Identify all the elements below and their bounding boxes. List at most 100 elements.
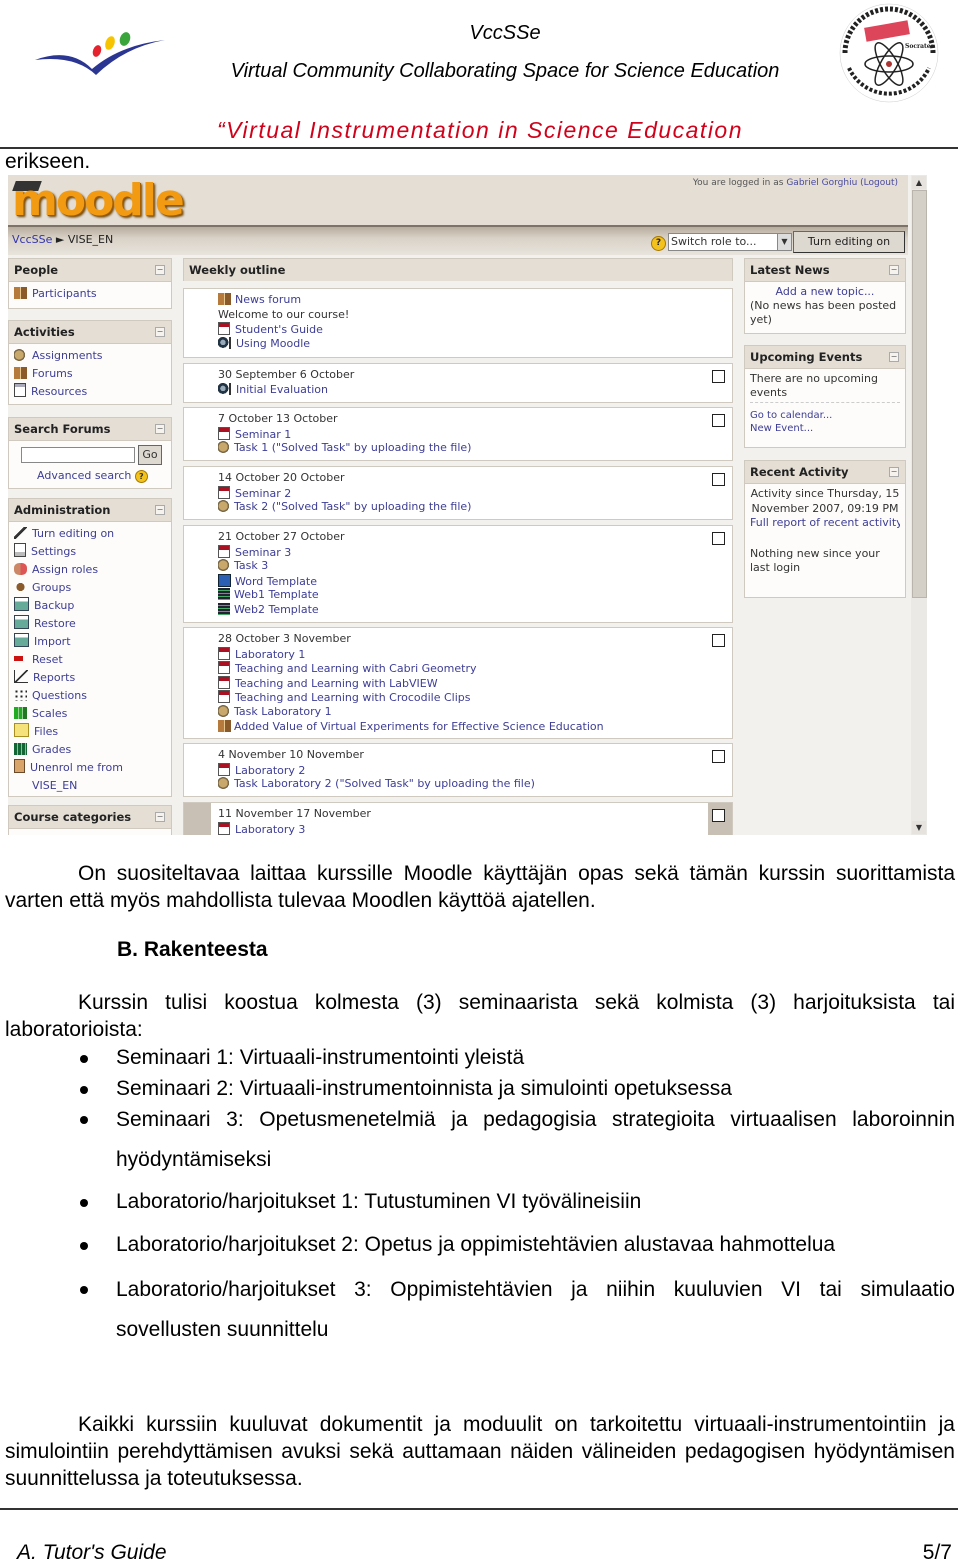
highlight-checkbox[interactable] [712,370,725,383]
moodle-course-screenshot: moodle You are logged in as Gabriel Gorg… [8,175,927,835]
highlight-checkbox[interactable] [712,750,725,763]
advanced-search-link[interactable]: Advanced search [37,469,131,482]
scroll-down-icon[interactable]: ▼ [912,821,926,834]
vertical-scrollbar[interactable]: ▲ ▼ [911,175,927,835]
collapse-icon[interactable]: − [155,327,165,337]
collapse-icon[interactable]: − [155,812,165,822]
section-item[interactable]: Task 1 ("Solved Task" by uploading the f… [218,441,471,456]
collapse-icon[interactable]: − [889,467,899,477]
user-link[interactable]: Gabriel Gorghiu [786,178,857,188]
section-item[interactable]: Web1 Template [218,588,345,603]
sidebar-item-participants[interactable]: Participants [14,285,166,303]
section-item[interactable]: Added Value of Virtual Experiments for E… [218,719,604,735]
pdf-icon [218,322,230,336]
highlight-checkbox[interactable] [712,414,725,427]
turn-editing-on-button[interactable]: Turn editing on [793,231,905,253]
section-item[interactable]: Laboratory 1 [218,646,604,662]
highlight-checkbox[interactable] [712,473,725,486]
section-item[interactable]: Laboratory 3 [218,821,371,835]
section-item[interactable]: Seminar 3 [218,544,345,560]
collapse-icon[interactable]: − [155,265,165,275]
admin-item-assign-roles[interactable]: Assign roles [14,561,166,579]
admin-item-backup[interactable]: Backup [14,597,166,615]
nothing-new-text: Nothing new since your last login [750,546,880,575]
highlight-checkbox[interactable] [712,809,725,822]
admin-item-files[interactable]: Files [14,723,166,741]
assignments-icon [14,349,27,361]
new-event-link[interactable]: New Event... [750,422,900,435]
resources-icon [14,383,26,397]
section-item[interactable]: Using Moodle [218,336,349,352]
header-divider [0,147,958,149]
section-item[interactable]: Teaching and Learning with Crocodile Cli… [218,690,604,705]
unenrol-icon [14,759,25,773]
forums-icon [14,367,27,379]
admin-item-scales[interactable]: Scales [14,705,166,723]
section-item[interactable]: Student's Guide [218,322,349,337]
admin-item-import[interactable]: Import [14,633,166,651]
svg-text:Socrates: Socrates [905,43,935,50]
scrollbar-thumb[interactable] [912,190,927,598]
section-item[interactable]: Seminar 1 [218,426,471,442]
switch-role-select[interactable]: Switch role to... ▼ [668,233,792,251]
section-item[interactable]: Web2 Template [218,602,345,618]
section-item[interactable]: Initial Evaluation [218,382,354,398]
section-item[interactable]: Task 2 ("Solved Task" by uploading the f… [218,500,471,515]
continuation-text: erikseen. [5,150,91,173]
go-to-calendar-link[interactable]: Go to calendar... [750,409,900,422]
bullet-icon [80,1286,88,1294]
settings-icon [14,543,26,557]
section-item[interactable]: Task Laboratory 1 [218,704,604,720]
forum-search-input[interactable] [21,447,135,463]
participants-icon [14,287,27,299]
admin-item-restore[interactable]: Restore [14,615,166,633]
collapse-icon[interactable]: − [155,424,165,434]
scroll-up-icon[interactable]: ▲ [912,176,926,189]
admin-item-reports[interactable]: Reports [14,669,166,687]
paragraph-moodle-guide: On suositeltavaa laittaa kurssille Moodl… [5,862,955,912]
navbar: VccSSe ► VISE_EN ? Switch role to... ▼ T… [8,225,908,255]
course-section-6: 4 November 10 November Laboratory 2 Task… [183,743,733,797]
highlight-checkbox[interactable] [712,634,725,647]
highlight-checkbox[interactable] [712,532,725,545]
comenius-logo: Socrates [835,2,943,104]
admin-item-unenrol[interactable]: Unenrol me from [14,759,166,777]
sidebar-item-assignments[interactable]: Assignments [14,347,166,365]
reset-icon [14,656,27,661]
header-subtitle: Virtual Community Collaborating Space fo… [230,60,780,82]
add-topic-link[interactable]: Add a new topic... [750,285,900,299]
section-date: 30 September 6 October [218,368,355,381]
sidebar-item-resources[interactable]: Resources [14,383,166,401]
collapse-icon[interactable]: − [889,352,899,362]
pdf-icon [218,646,230,660]
admin-item-unenrol-course[interactable]: VISE_EN [14,777,166,795]
go-button[interactable]: Go [138,445,162,465]
help-icon[interactable]: ? [651,236,666,251]
full-report-link[interactable]: Full report of recent activity... [750,516,900,531]
section-date: 11 November 17 November [218,807,371,820]
section-item[interactable]: Laboratory 2 [218,762,535,778]
moodle-logo: moodle [12,175,185,226]
help-icon[interactable]: ? [134,470,148,483]
admin-item-reset[interactable]: Reset [14,651,166,669]
section-item[interactable]: Task 3 [218,559,345,574]
logout-link[interactable]: (Logout) [860,178,898,188]
admin-item-turn-editing-on[interactable]: Turn editing on [14,525,166,543]
section-item[interactable]: Seminar 2 [218,485,471,501]
section-item[interactable]: Word Template [218,573,345,589]
section-item[interactable]: News forum [218,293,349,308]
admin-item-grades[interactable]: Grades [14,741,166,759]
admin-item-groups[interactable]: Groups [14,579,166,597]
admin-item-settings[interactable]: Settings [14,543,166,561]
admin-item-questions[interactable]: Questions [14,687,166,705]
section-item[interactable]: Task Laboratory 2 ("Solved Task" by uplo… [218,777,535,792]
collapse-icon[interactable]: − [155,505,165,515]
breadcrumb-home[interactable]: VccSSe [12,233,52,246]
page-number: 5/7 [922,1541,952,1564]
collapse-icon[interactable]: − [889,265,899,275]
sidebar-item-forums[interactable]: Forums [14,365,166,383]
login-info: You are logged in as Gabriel Gorghiu (Lo… [692,178,898,188]
paragraph-documents: Kaikki kurssiin kuuluvat dokumentit ja m… [5,1413,955,1490]
section-item[interactable]: Teaching and Learning with LabVIEW [218,675,604,691]
section-item[interactable]: Teaching and Learning with Cabri Geometr… [218,661,604,676]
